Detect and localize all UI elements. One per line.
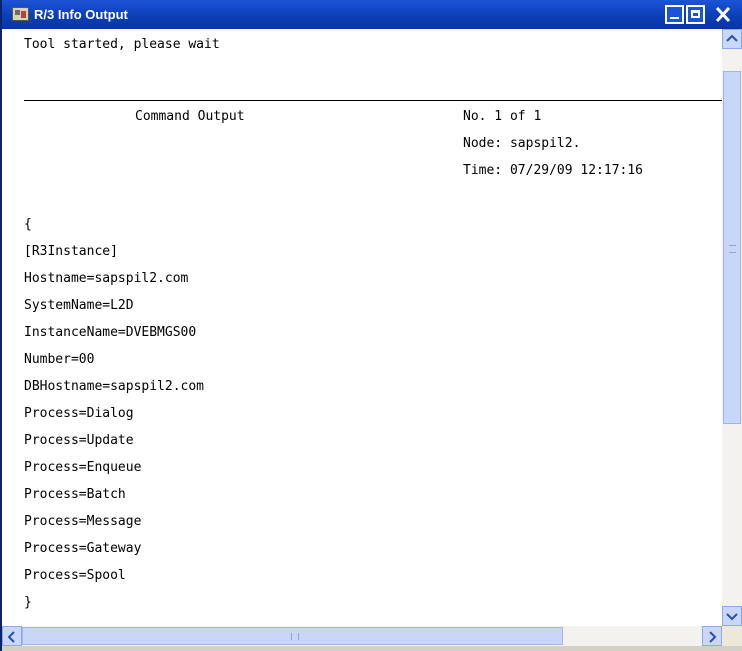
scroll-up-button[interactable] (722, 29, 742, 49)
command-output-area[interactable]: Tool started, please wait Command Output… (2, 29, 722, 626)
status-text: Tool started, please wait (24, 37, 220, 52)
output-header-label: Command Output (135, 109, 245, 124)
horizontal-scrollbar[interactable] (2, 626, 722, 646)
chevron-up-icon (726, 34, 738, 42)
output-line: { (24, 217, 32, 232)
output-line: Number=00 (24, 352, 95, 367)
minimize-button[interactable] (665, 5, 684, 24)
header-divider (24, 100, 722, 101)
vertical-scrollbar[interactable] (722, 29, 742, 626)
scrollbar-corner (722, 626, 742, 646)
output-line: Process=Update (24, 433, 134, 448)
chevron-left-icon (7, 631, 15, 643)
window-title: R/3 Info Output (34, 7, 128, 22)
output-time: Time: 07/29/09 12:17:16 (463, 163, 644, 178)
maximize-icon (691, 10, 700, 18)
scroll-left-button[interactable] (2, 626, 22, 646)
output-line: Process=Enqueue (24, 460, 142, 475)
horizontal-scroll-thumb[interactable] (22, 627, 563, 645)
output-line: [R3Instance] (24, 244, 118, 259)
output-line: Process=Batch (24, 487, 126, 502)
output-node: Node: sapspil2. (463, 136, 581, 151)
output-line: Hostname=sapspil2.com (24, 271, 189, 286)
output-line: InstanceName=DVEBMGS00 (24, 325, 197, 340)
vertical-scroll-track[interactable] (722, 49, 742, 606)
output-line: Process=Gateway (24, 541, 142, 556)
output-count: No. 1 of 1 (463, 109, 542, 124)
output-line: SystemName=L2D (24, 298, 134, 313)
title-bar[interactable]: R/3 Info Output (2, 0, 742, 29)
chevron-down-icon (726, 613, 738, 621)
scroll-right-button[interactable] (702, 626, 722, 646)
output-line: DBHostname=sapspil2.com (24, 379, 205, 394)
window-bottom-edge (2, 646, 742, 651)
output-line: Process=Dialog (24, 406, 134, 421)
output-line: Process=Message (24, 514, 142, 529)
minimize-icon (670, 17, 679, 19)
maximize-button[interactable] (686, 5, 705, 24)
close-button[interactable] (714, 5, 732, 24)
close-icon (715, 6, 731, 23)
output-line: } (24, 595, 32, 610)
scroll-down-button[interactable] (722, 606, 742, 626)
r3-info-output-window: R/3 Info Output Tool started, please wai… (0, 0, 742, 651)
r3-window-icon[interactable] (12, 7, 29, 21)
output-line: Process=Spool (24, 568, 126, 583)
chevron-right-icon (709, 631, 717, 643)
vertical-scroll-thumb[interactable] (723, 71, 741, 424)
